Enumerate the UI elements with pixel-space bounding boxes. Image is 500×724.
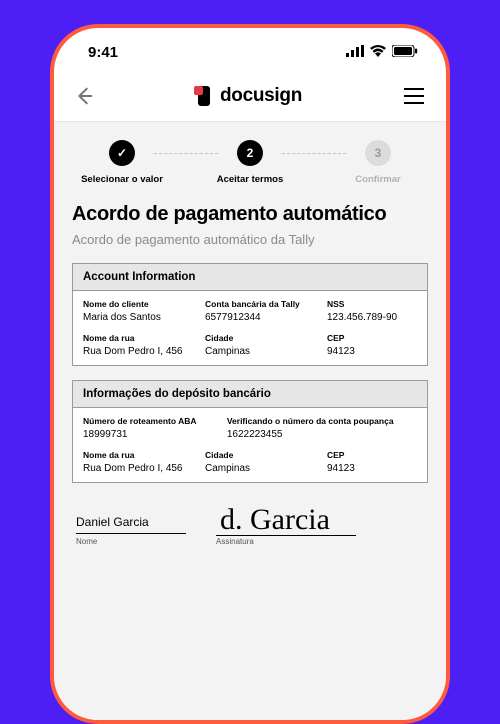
step-2-label: Aceitar termos [217, 174, 284, 185]
wifi-icon [370, 44, 386, 61]
table-row: Nome da rua Rua Dom Pedro I, 456 Cidade Ca… [83, 333, 417, 357]
panel-header: Informações do depósito bancário [73, 381, 427, 408]
field-label: Cidade [205, 450, 319, 460]
page-subtitle: Acordo de pagamento automático da Tally [72, 232, 428, 247]
step-3-label: Confirmar [355, 174, 400, 185]
table-row: Nome do cliente Maria dos Santos Conta ba… [83, 299, 417, 323]
table-row: Nome da rua Rua Dom Pedro I, 456 Cidade Ca… [83, 450, 417, 474]
field-label: Nome do cliente [83, 299, 197, 309]
field-value: Rua Dom Pedro I, 456 [83, 346, 197, 357]
field-label: CEP [327, 333, 417, 343]
field-label: CEP [327, 450, 417, 460]
step-1[interactable]: ✓ Selecionar o valor [72, 140, 172, 185]
field-label: Número de roteamento ABA [83, 416, 219, 426]
step-3[interactable]: 3 Confirmar [328, 140, 428, 185]
field-value: 1622223455 [227, 429, 417, 440]
field-value: 94123 [327, 346, 417, 357]
table-row: Número de roteamento ABA 18999731 Verific… [83, 416, 417, 440]
field-value: 6577912344 [205, 312, 319, 323]
menu-button[interactable] [404, 84, 428, 108]
field-label: NSS [327, 299, 417, 309]
brand-text: docusign [220, 85, 302, 107]
field-value: 18999731 [83, 429, 219, 440]
status-bar: 9:41 [54, 28, 446, 76]
field-label: Conta bancária da Tally [205, 299, 319, 309]
field-value: Campinas [205, 346, 319, 357]
signature-block[interactable]: d. Garcia Assinatura [216, 503, 356, 546]
check-icon: ✓ [109, 140, 135, 166]
printed-name: Daniel Garcia [76, 515, 186, 534]
back-button[interactable] [72, 84, 96, 108]
signature-row: Daniel Garcia Nome d. Garcia Assinatura [72, 497, 428, 546]
panel-header: Account Information [73, 264, 427, 291]
page-title: Acordo de pagamento automático [72, 203, 428, 226]
step-1-label: Selecionar o valor [81, 174, 163, 185]
phone-frame: 9:41 docusign [50, 24, 450, 724]
field-label: Cidade [205, 333, 319, 343]
field-label: Nome da rua [83, 333, 197, 343]
field-value: Campinas [205, 463, 319, 474]
field-label: Nome da rua [83, 450, 197, 460]
status-time: 9:41 [88, 44, 118, 61]
status-icons [346, 44, 418, 61]
field-value: Maria dos Santos [83, 312, 197, 323]
step-2-badge: 2 [237, 140, 263, 166]
printed-name-caption: Nome [76, 537, 186, 546]
signal-icon [346, 44, 364, 61]
field-value: 123.456.789-90 [327, 312, 417, 323]
printed-name-block: Daniel Garcia Nome [76, 515, 186, 546]
step-2[interactable]: 2 Aceitar termos [200, 140, 300, 185]
panel-bank-deposit: Informações do depósito bancário Número … [72, 380, 428, 483]
field-label: Verificando o número da conta poupança [227, 416, 417, 426]
content-area: ✓ Selecionar o valor 2 Aceitar termos 3 … [54, 122, 446, 720]
field-value: Rua Dom Pedro I, 456 [83, 463, 197, 474]
signature-caption: Assinatura [216, 537, 356, 546]
screen: 9:41 docusign [54, 28, 446, 720]
brand-logo: docusign [198, 85, 302, 107]
signature-image: d. Garcia [216, 505, 356, 536]
app-header: docusign [54, 76, 446, 122]
panel-account-info: Account Information Nome do cliente Maria… [72, 263, 428, 366]
step-3-badge: 3 [365, 140, 391, 166]
brand-mark-icon [198, 86, 214, 106]
stepper: ✓ Selecionar o valor 2 Aceitar termos 3 … [72, 140, 428, 185]
field-value: 94123 [327, 463, 417, 474]
battery-icon [392, 44, 418, 61]
